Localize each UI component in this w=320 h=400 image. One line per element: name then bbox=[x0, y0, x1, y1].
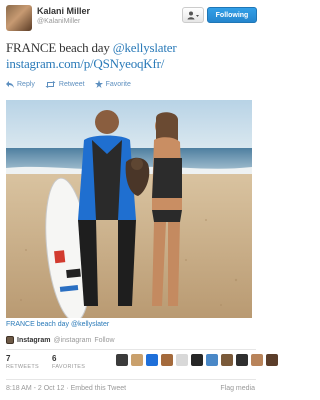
tweet-text-body: FRANCE beach day bbox=[6, 40, 113, 55]
reply-label: Reply bbox=[17, 80, 35, 88]
source-service[interactable]: Instagram bbox=[17, 337, 50, 344]
favoriter-avatar[interactable] bbox=[206, 354, 218, 366]
timestamp[interactable]: 8:18 AM - 2 Oct 12 · Embed this Tweet bbox=[6, 385, 126, 392]
follow-options-button[interactable] bbox=[182, 7, 204, 23]
tweet-photo[interactable] bbox=[6, 100, 252, 318]
retweet-action[interactable]: Retweet bbox=[45, 80, 85, 88]
favorites-stat[interactable]: 6 FAVORITES bbox=[52, 354, 85, 370]
avatar[interactable] bbox=[6, 5, 32, 31]
source-follow-link[interactable]: Follow bbox=[94, 337, 114, 344]
tweet-actions: Reply Retweet Favorite bbox=[6, 80, 131, 88]
flag-media-link[interactable]: Flag media bbox=[220, 385, 255, 392]
mention-link[interactable]: @kellyslater bbox=[113, 40, 177, 55]
tweet-text: FRANCE beach day @kellyslater instagram.… bbox=[6, 40, 256, 72]
following-button[interactable]: Following bbox=[207, 7, 257, 23]
divider bbox=[6, 379, 256, 380]
favorite-action[interactable]: Favorite bbox=[94, 80, 131, 88]
retweets-label: RETWEETS bbox=[6, 364, 39, 370]
favoriter-avatar[interactable] bbox=[176, 354, 188, 366]
retweets-stat[interactable]: 7 RETWEETS bbox=[6, 354, 39, 370]
retweet-icon bbox=[45, 80, 56, 88]
favoriter-avatar[interactable] bbox=[191, 354, 203, 366]
instagram-source: Instagram @instagram Follow bbox=[6, 336, 115, 344]
instagram-link[interactable]: instagram.com/p/QSNyeoqKfr/ bbox=[6, 56, 164, 71]
favoriter-avatar[interactable] bbox=[221, 354, 233, 366]
user-name[interactable]: Kalani Miller bbox=[37, 6, 90, 16]
user-handle[interactable]: @KalaniMiller bbox=[37, 18, 80, 25]
beach-photo-illustration bbox=[6, 100, 252, 318]
retweets-count: 7 bbox=[6, 354, 11, 363]
instagram-icon bbox=[6, 336, 14, 344]
favoriter-avatar[interactable] bbox=[266, 354, 278, 366]
photo-caption[interactable]: FRANCE beach day @kellyslater bbox=[6, 321, 109, 328]
favoriter-avatar[interactable] bbox=[146, 354, 158, 366]
favoriter-avatars bbox=[116, 354, 278, 366]
favorites-label: FAVORITES bbox=[52, 364, 86, 370]
favoriter-avatar[interactable] bbox=[131, 354, 143, 366]
user-icon bbox=[187, 11, 199, 19]
favoriter-avatar[interactable] bbox=[236, 354, 248, 366]
favorites-count: 6 bbox=[52, 354, 57, 363]
favorite-label: Favorite bbox=[105, 80, 131, 88]
star-icon bbox=[94, 80, 103, 88]
favoriter-avatar[interactable] bbox=[251, 354, 263, 366]
reply-action[interactable]: Reply bbox=[6, 80, 35, 88]
reply-icon bbox=[6, 80, 14, 88]
favoriter-avatar[interactable] bbox=[116, 354, 128, 366]
favoriter-avatar[interactable] bbox=[161, 354, 173, 366]
divider bbox=[6, 349, 256, 350]
source-handle[interactable]: @instagram bbox=[53, 337, 91, 344]
retweet-label: Retweet bbox=[58, 80, 85, 88]
